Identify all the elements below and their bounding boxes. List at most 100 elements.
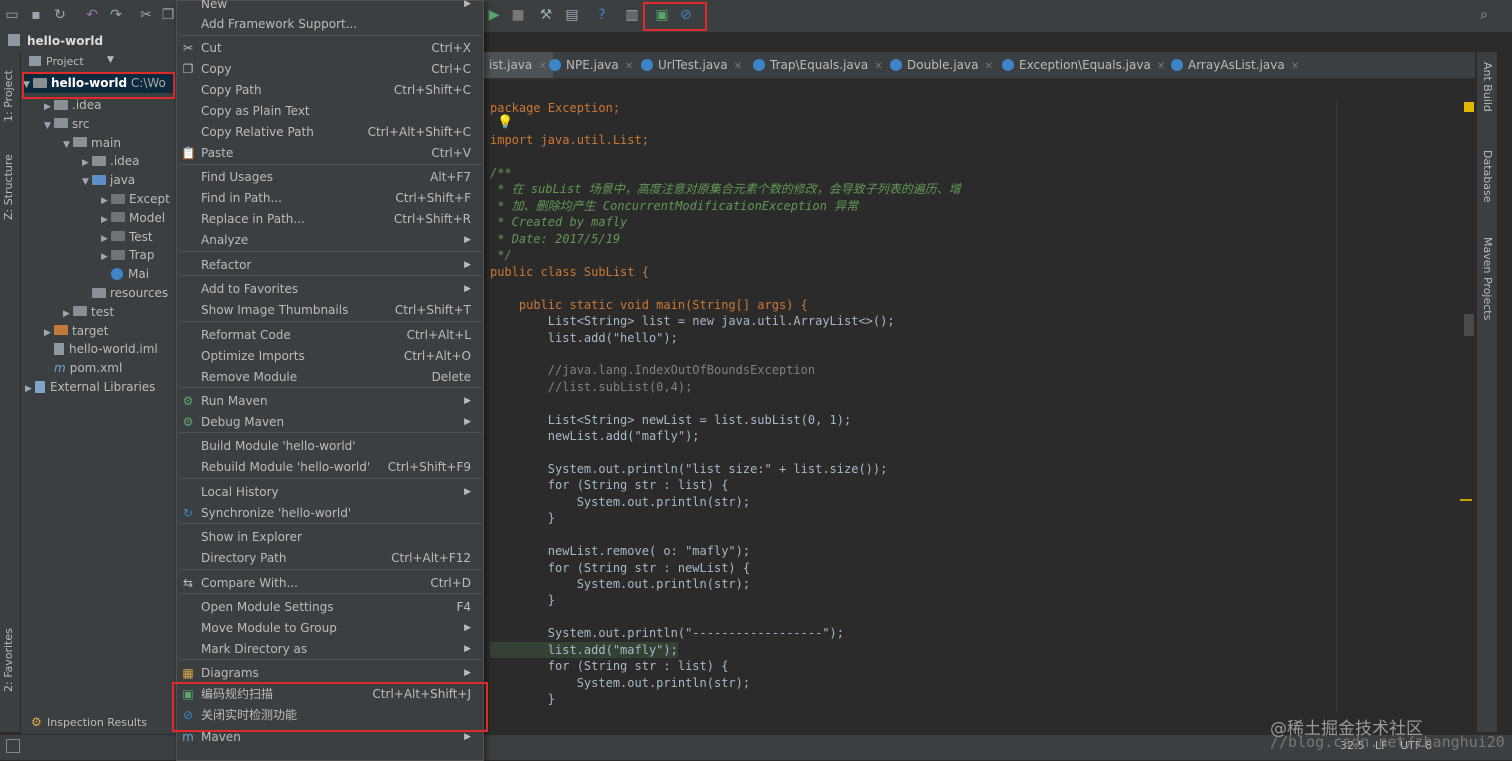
menu-item[interactable]: Show Image Thumbnails Ctrl+Shift+T	[177, 300, 483, 321]
menu-item[interactable]: Reformat Code Ctrl+Alt+L	[177, 325, 483, 346]
debug-run-icon[interactable]: ▶	[486, 7, 502, 23]
cut-toolbar-icon[interactable]: ✂	[138, 7, 154, 23]
menu-item[interactable]: Copy as Plain Text	[177, 101, 483, 122]
code-editor[interactable]	[483, 79, 1475, 712]
menu-item[interactable]: Move Module to Group ▶	[177, 618, 483, 639]
menu-item[interactable]: Add Framework Support...	[177, 14, 483, 35]
menu-item[interactable]: Copy Relative Path Ctrl+Alt+Shift+C	[177, 122, 483, 143]
inspection-results-tab[interactable]: Inspection Results	[47, 716, 147, 729]
open-folder-icon[interactable]: ▭	[4, 7, 20, 23]
tab-trap-equals[interactable]: Trap\Equals.java ✕	[753, 52, 883, 78]
menu-item[interactable]: Find Usages Alt+F7	[177, 167, 483, 188]
tree-item[interactable]: ▶ .idea	[82, 152, 140, 171]
menu-item[interactable]: New ▶	[177, 0, 483, 15]
menu-item[interactable]: Find in Path... Ctrl+Shift+F	[177, 188, 483, 209]
vcs-icon[interactable]: ▥	[624, 7, 640, 23]
menu-item[interactable]: ✂ Cut Ctrl+X	[177, 38, 483, 59]
menu-item[interactable]: Copy Path Ctrl+Shift+C	[177, 80, 483, 101]
editor-scrollbar[interactable]	[1460, 99, 1476, 712]
inspection-status-icon[interactable]	[1464, 102, 1474, 112]
tree-item[interactable]: m pom.xml	[44, 359, 122, 378]
menu-item[interactable]: ▦ Diagrams ▶	[177, 663, 483, 684]
menu-item[interactable]: Replace in Path... Ctrl+Shift+R	[177, 209, 483, 230]
breadcrumb-project[interactable]: hello-world	[27, 34, 103, 48]
tree-item[interactable]: ▶ target	[44, 322, 109, 341]
scrollbar-thumb[interactable]	[1464, 314, 1474, 336]
close-icon[interactable]: ✕	[538, 61, 546, 72]
copy-toolbar-icon[interactable]: ❐	[160, 7, 176, 23]
tab-structure-tool[interactable]: Z: Structure	[2, 150, 18, 220]
redo-icon[interactable]: ↷	[108, 7, 124, 23]
tree-item[interactable]: ▶ Except	[101, 190, 170, 209]
tree-item[interactable]: ▶ External Libraries	[25, 378, 155, 397]
menu-item[interactable]: Local History ▶	[177, 482, 483, 503]
warning-marker[interactable]	[1460, 499, 1472, 501]
tree-item[interactable]: ▶ Trap	[101, 246, 154, 265]
settings-icon[interactable]: ⚒	[538, 7, 554, 23]
menu-item[interactable]: Rebuild Module 'hello-world' Ctrl+Shift+F…	[177, 457, 483, 478]
tree-item[interactable]: Mai	[101, 265, 149, 284]
tree-item[interactable]: ▼ java	[82, 171, 135, 190]
menu-item[interactable]: Remove Module Delete	[177, 367, 483, 388]
menu-item[interactable]: Mark Directory as ▶	[177, 639, 483, 660]
tab-arrayaslist[interactable]: ArrayAsList.java ✕	[1171, 52, 1299, 78]
lightbulb-icon[interactable]: 💡	[497, 115, 513, 130]
sync-icon[interactable]: ↻	[52, 7, 68, 23]
tab-exception-equals[interactable]: Exception\Equals.java ✕	[1002, 52, 1165, 78]
menu-item[interactable]: Add to Favorites ▶	[177, 279, 483, 300]
tab-sublist[interactable]: ist.java ✕	[483, 52, 553, 78]
undo-icon[interactable]: ↶	[84, 7, 100, 23]
tree-item[interactable]: ▼ main	[63, 134, 121, 153]
tab-favorites-tool[interactable]: 2: Favorites	[2, 627, 18, 692]
save-icon[interactable]: ▪	[28, 7, 44, 23]
tab-ant-build[interactable]: Ant Build	[1480, 62, 1494, 132]
tree-item[interactable]: resources	[82, 284, 168, 303]
project-view-selector[interactable]: Project	[46, 55, 84, 68]
menu-item[interactable]: Show in Explorer	[177, 527, 483, 548]
tab-database[interactable]: Database	[1480, 150, 1494, 220]
menu-item[interactable]: Optimize Imports Ctrl+Alt+O	[177, 346, 483, 367]
menu-item[interactable]: 📋 Paste Ctrl+V	[177, 143, 483, 164]
code-line: //java.lang.IndexOutOfBoundsException	[490, 363, 816, 377]
expanded-arrow-icon[interactable]: ▼	[63, 136, 73, 155]
diagram-icon: ▦	[182, 666, 194, 680]
tree-item[interactable]: ▶ test	[63, 303, 114, 322]
menu-item[interactable]: Open Module Settings F4	[177, 597, 483, 618]
tab-npe[interactable]: NPE.java ✕	[549, 52, 633, 78]
search-everywhere-icon[interactable]: ⌕	[1476, 7, 1492, 23]
close-icon[interactable]: ✕	[874, 61, 882, 72]
project-structure-icon[interactable]: ▤	[564, 7, 580, 23]
tab-project-tool[interactable]: 1: Project	[2, 62, 18, 122]
menu-item[interactable]: Analyze ▶	[177, 230, 483, 251]
menu-item[interactable]: Build Module 'hello-world'	[177, 436, 483, 457]
expanded-arrow-icon[interactable]: ▼	[44, 117, 54, 136]
help-icon[interactable]: ?	[594, 7, 610, 23]
menu-item[interactable]: ↻ Synchronize 'hello-world'	[177, 503, 483, 524]
tab-double[interactable]: Double.java ✕	[890, 52, 993, 78]
close-icon[interactable]: ✕	[1291, 61, 1299, 72]
menu-item[interactable]: ⇆ Compare With... Ctrl+D	[177, 573, 483, 594]
menu-item[interactable]: ❐ Copy Ctrl+C	[177, 59, 483, 80]
close-icon[interactable]: ✕	[734, 61, 742, 72]
tree-item[interactable]: ▶ Model	[101, 209, 165, 228]
tree-item[interactable]: ▶ .idea	[44, 96, 102, 115]
menu-item[interactable]: ⚙ Run Maven ▶	[177, 391, 483, 412]
expanded-arrow-icon[interactable]: ▼	[82, 173, 92, 192]
tree-item[interactable]: ▶ Test	[101, 228, 153, 247]
layout-toggle-icon[interactable]	[6, 739, 20, 753]
chevron-down-icon[interactable]: ▼	[107, 55, 114, 65]
close-icon[interactable]: ✕	[1157, 61, 1165, 72]
tree-item[interactable]: hello-world.iml	[44, 340, 158, 359]
close-icon[interactable]: ✕	[984, 61, 992, 72]
tree-item[interactable]: ▼ src	[44, 115, 90, 134]
menu-item[interactable]: Directory Path Ctrl+Alt+F12	[177, 548, 483, 569]
collapsed-arrow-icon[interactable]: ▶	[25, 380, 35, 399]
menu-item[interactable]: ⚙ Debug Maven ▶	[177, 412, 483, 433]
tab-urltest[interactable]: UrlTest.java ✕	[641, 52, 742, 78]
tab-maven-projects[interactable]: Maven Projects	[1480, 237, 1494, 337]
stop-icon[interactable]: ■	[510, 7, 526, 23]
menu-item[interactable]: Refactor ▶	[177, 255, 483, 276]
menu-item-label: Mark Directory as	[201, 642, 308, 656]
code-line: list.add("hello");	[490, 331, 678, 345]
close-icon[interactable]: ✕	[625, 61, 633, 72]
